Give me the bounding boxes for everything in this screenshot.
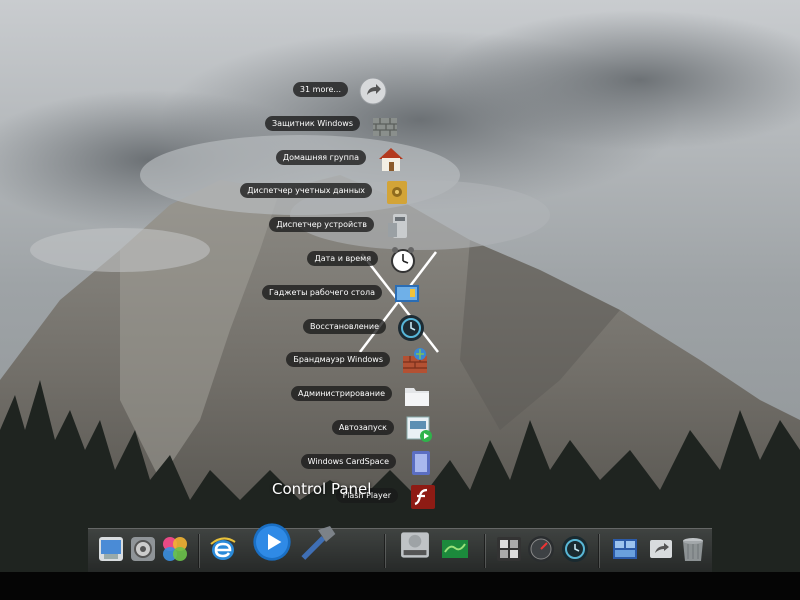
stack-item-label: Дата и время <box>307 251 378 266</box>
stack-item[interactable]: Дата и время <box>162 245 422 275</box>
stack-item[interactable]: Защитник Windows <box>144 110 404 140</box>
stack-item-label: Гаджеты рабочего стола <box>261 284 382 300</box>
trash-icon[interactable] <box>678 534 708 564</box>
dock-separator <box>198 534 199 568</box>
stack-item-label: Восстановление <box>303 318 386 334</box>
dock-separator <box>484 534 485 568</box>
stack-item-label: Диспетчер учетных данных <box>240 183 372 199</box>
stack-item[interactable]: Гаджеты рабочего стола <box>166 279 426 309</box>
gadgets-icon <box>392 279 422 309</box>
stack-item[interactable]: Брандмауэр Windows <box>174 346 434 376</box>
nvidia-icon[interactable] <box>440 534 470 564</box>
stack-item[interactable]: Windows CardSpace <box>180 448 440 478</box>
flash-icon <box>408 482 438 512</box>
widgets-icon[interactable] <box>494 534 524 564</box>
stack-item-label: Автозапуск <box>331 420 394 435</box>
folder-icon <box>402 380 432 410</box>
device-icon <box>384 211 414 241</box>
safe-icon <box>382 177 412 207</box>
stack-item-label: Диспетчер устройств <box>269 217 374 233</box>
stack-title: Control Panel <box>272 480 372 498</box>
arrow-icon <box>358 76 388 106</box>
dock-separator <box>384 534 385 568</box>
stack-item-label: Домашняя группа <box>275 149 366 165</box>
house-icon <box>376 144 406 174</box>
taskbar <box>0 572 800 600</box>
stack-item-label: Брандмауэр Windows <box>286 352 390 368</box>
dock-separator <box>598 534 599 568</box>
stack-item[interactable]: Восстановление <box>170 313 430 343</box>
stack-item[interactable]: Домашняя группа <box>150 144 410 174</box>
internet-explorer-icon[interactable] <box>208 534 238 564</box>
hard-drive-icon[interactable] <box>396 526 434 564</box>
autoplay-icon <box>404 414 434 444</box>
stack-item[interactable]: Администрирование <box>176 380 436 410</box>
game-center-icon[interactable] <box>160 534 190 564</box>
system-prefs-icon[interactable] <box>128 534 158 564</box>
clock-icon <box>388 245 418 275</box>
stack-item-label: Администрирование <box>291 386 392 402</box>
stack-item[interactable]: Автозапуск <box>178 414 438 444</box>
stack-item-label: Windows CardSpace <box>300 453 396 469</box>
cardspace-icon <box>406 448 436 478</box>
stack-item-label: Защитник Windows <box>265 115 360 131</box>
time-machine-icon[interactable] <box>560 534 590 564</box>
stack-item[interactable]: Диспетчер устройств <box>158 211 418 241</box>
firewall-icon <box>400 346 430 376</box>
dashboard-gauge-icon[interactable] <box>526 534 556 564</box>
stack-item[interactable]: Диспетчер учетных данных <box>156 177 416 207</box>
window-tiles-icon[interactable] <box>610 534 640 564</box>
stack-item-label: 31 more... <box>292 82 348 97</box>
restore-icon <box>396 313 426 343</box>
finder-icon[interactable] <box>96 534 126 564</box>
share-icon[interactable] <box>646 534 676 564</box>
media-player-icon[interactable] <box>252 522 292 562</box>
tools-hammer-icon[interactable] <box>298 522 338 562</box>
wall-icon <box>370 110 400 140</box>
stack-item[interactable]: 31 more... <box>132 76 392 106</box>
